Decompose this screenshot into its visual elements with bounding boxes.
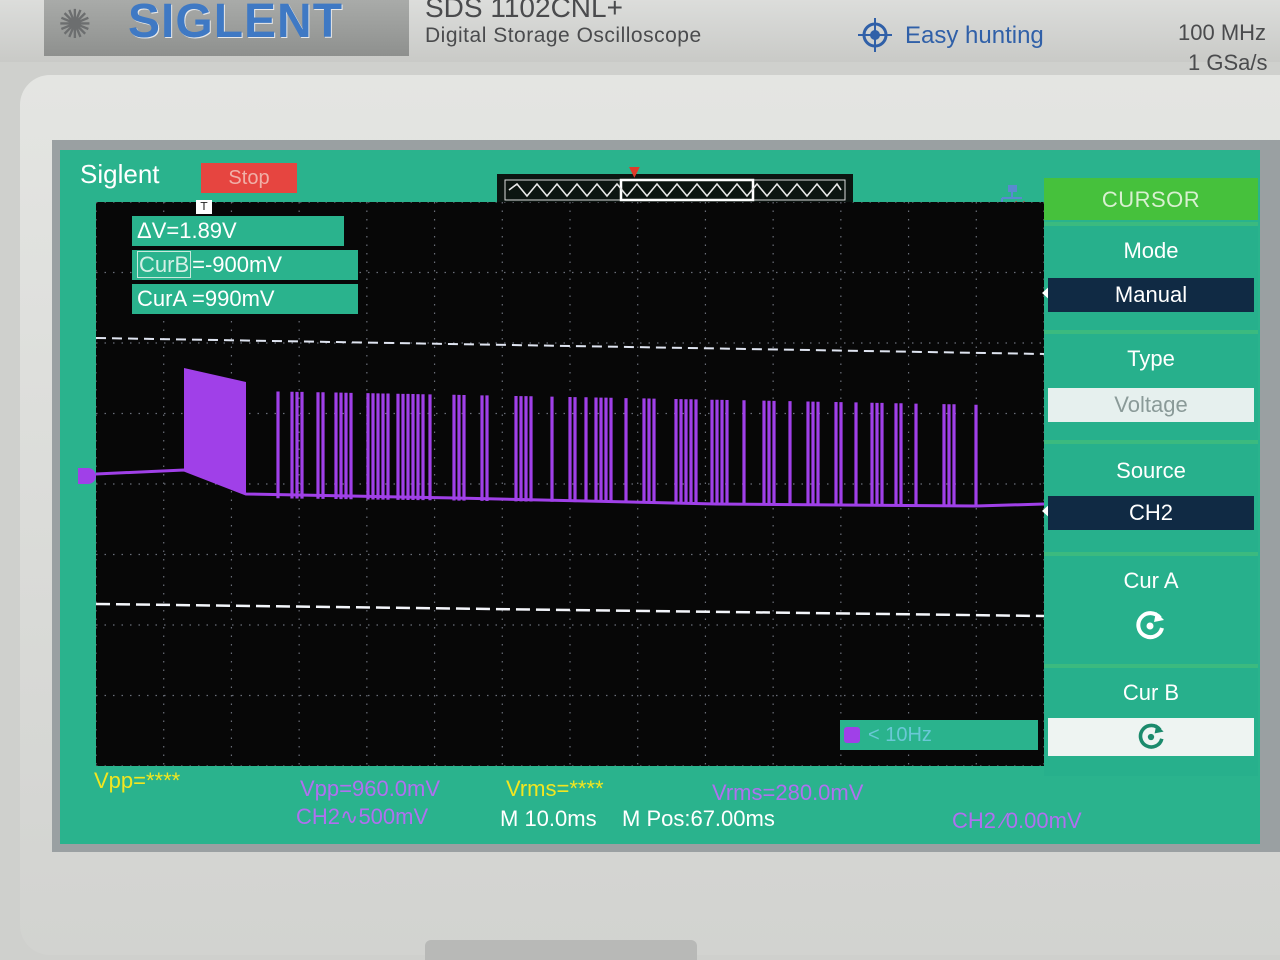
- trigger-time-marker: T: [196, 200, 212, 214]
- screen-brand: Siglent: [80, 159, 160, 189]
- rotate-knob-icon: [1136, 611, 1164, 640]
- mode-label: Mode: [1123, 238, 1179, 263]
- cursor-b-value: =-900mV: [192, 252, 283, 277]
- rotate-knob-icon: [1138, 723, 1164, 749]
- type-label: Type: [1127, 346, 1175, 371]
- source-value: CH2: [1048, 496, 1254, 530]
- menu-item-cur-a[interactable]: Cur A: [1044, 552, 1258, 668]
- cur-b-knob-box: [1048, 718, 1254, 756]
- mode-value: Manual: [1048, 278, 1254, 312]
- ch2-scale-readout: CH2∿500mV: [296, 804, 429, 829]
- trigger-level-readout: CH2 ∕0.00mV: [952, 808, 1082, 833]
- siglent-logo-icon: ✺: [58, 2, 91, 48]
- model-name: SDS 1102CNL+: [425, 0, 623, 23]
- bezel-notch: [425, 940, 697, 960]
- sample-rate-label: 1 GSa/s: [1188, 50, 1268, 75]
- menu-item-type[interactable]: Type Voltage: [1044, 330, 1258, 444]
- source-label: Source: [1116, 458, 1186, 483]
- cur-b-label: Cur B: [1122, 680, 1180, 705]
- ch2-vrms-readout: Vrms=280.0mV: [712, 780, 864, 805]
- menu-item-source[interactable]: Source CH2: [1042, 440, 1258, 556]
- type-value: Voltage: [1048, 388, 1254, 422]
- ch1-vpp-readout: Vpp=****: [94, 768, 181, 793]
- ch2-ground-marker[interactable]: [78, 468, 96, 484]
- cursor-delta-readout: ΔV=1.89V: [132, 216, 344, 246]
- frequency-value: < 10Hz: [868, 724, 932, 746]
- cursor-a-readout: CurA =990mV: [132, 284, 358, 314]
- menu-title: CURSOR: [1044, 178, 1258, 220]
- crosshair-icon: [858, 18, 892, 52]
- ch2-indicator-icon: [844, 727, 860, 743]
- menu-item-mode[interactable]: Mode Manual: [1042, 222, 1258, 334]
- bandwidth-label: 100 MHz: [1178, 20, 1267, 45]
- brand-logo: SIGLENT: [128, 0, 344, 48]
- menu-item-cur-b[interactable]: Cur B: [1044, 664, 1258, 776]
- cursor-a-line: [96, 337, 1044, 355]
- ch1-vrms-readout: Vrms=****: [506, 776, 604, 801]
- cursor-b-readout: CurB =-900mV: [132, 250, 358, 280]
- trigger-position-marker: ▼: [629, 164, 640, 180]
- run-status-badge[interactable]: Stop: [201, 163, 297, 193]
- ch2-vpp-readout: Vpp=960.0mV: [300, 776, 441, 801]
- horizontal-position-readout: M Pos:67.00ms: [622, 806, 775, 831]
- feature-label: Easy hunting: [905, 22, 1044, 49]
- timebase-readout: M 10.0ms: [500, 806, 597, 831]
- lcd-screen: Siglent Stop ▼ T ΔV=1.89V CurB =-900mV Cu…: [60, 150, 1260, 844]
- cursor-b-label: CurB: [137, 251, 192, 278]
- front-panel-header: ✺ SIGLENT SDS 1102CNL+ Digital Storage O…: [0, 0, 1280, 75]
- frequency-counter: < 10Hz: [840, 720, 1038, 750]
- cur-a-label: Cur A: [1123, 568, 1179, 593]
- cursor-menu: CURSOR Mode Manual Type Voltage Source C…: [1042, 178, 1258, 776]
- device-subtitle: Digital Storage Oscilloscope: [425, 24, 702, 47]
